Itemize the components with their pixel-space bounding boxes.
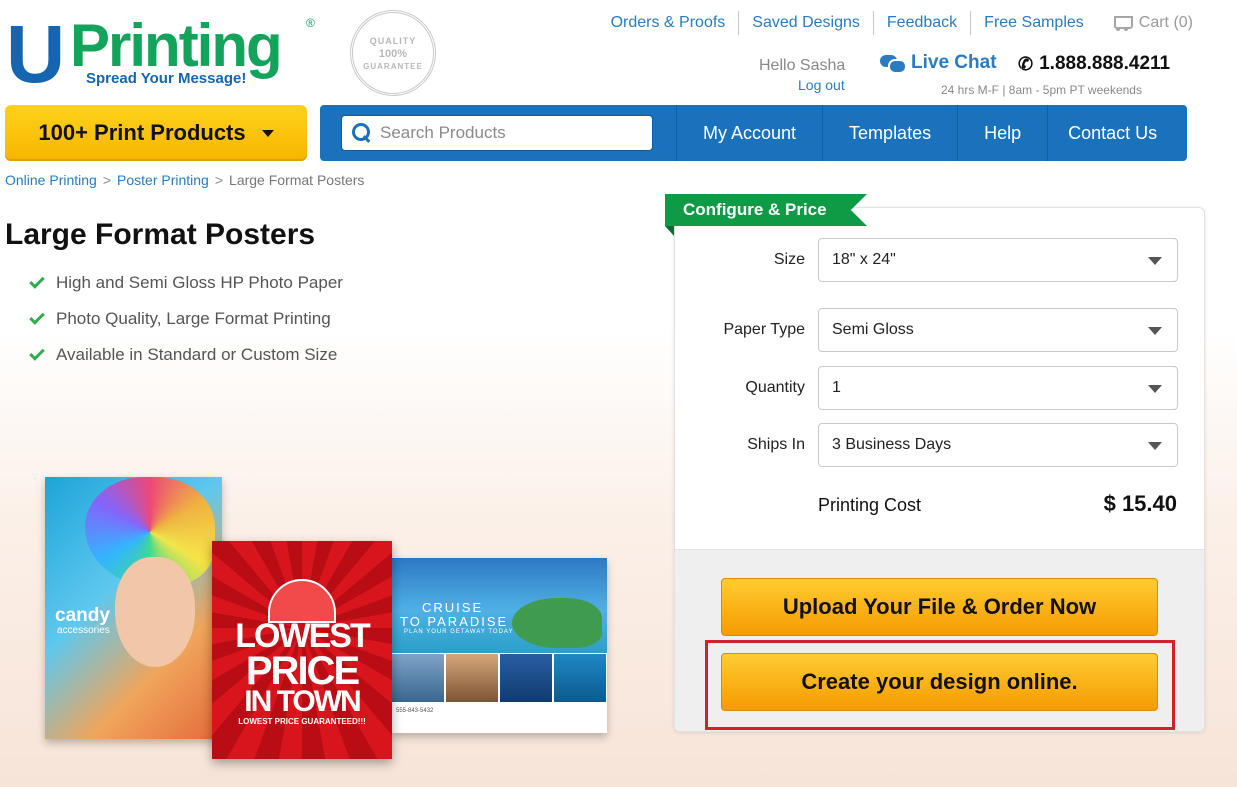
nav-menu: My Account Templates Help Contact Us	[676, 105, 1177, 161]
live-chat-label: Live Chat	[911, 52, 997, 73]
page-title: Large Format Posters	[5, 218, 316, 251]
support-hours: 24 hrs M-F | 8am - 5pm PT weekends	[941, 83, 1142, 97]
search-icon[interactable]	[352, 123, 372, 143]
price-poster-line3: IN TOWN	[244, 685, 361, 718]
print-products-button[interactable]: 100+ Print Products	[5, 105, 307, 161]
poster-face-graphic	[115, 557, 195, 667]
phone-number-text: 1.888.888.4211	[1039, 53, 1171, 74]
photo-thumb	[554, 654, 606, 702]
paper-type-value: Semi Gloss	[832, 321, 914, 338]
logout-link[interactable]: Log out	[798, 77, 845, 93]
breadcrumb-separator: >	[214, 172, 224, 188]
photo-thumb	[392, 654, 444, 702]
seal-middle-text: 100%	[378, 47, 408, 60]
cart-link[interactable]: Cart (0)	[1097, 14, 1193, 32]
paper-type-label: Paper Type	[723, 321, 805, 338]
nav-my-account[interactable]: My Account	[676, 105, 822, 161]
candy-poster-subtitle: accessories	[57, 625, 110, 636]
ships-in-label: Ships In	[747, 436, 805, 453]
uprinting-logo[interactable]: U Printing ® Spread Your Message!	[6, 12, 326, 96]
seal-bottom-text: GUARANTEE	[363, 61, 423, 71]
dropdown-arrow-icon	[1148, 327, 1162, 335]
candy-poster-image: candy accessories	[45, 477, 222, 739]
chat-bubble-icon	[880, 53, 907, 74]
upload-order-button[interactable]: Upload Your File & Order Now	[721, 578, 1158, 636]
price-poster-line4: LOWEST PRICE GUARANTEED!!!	[238, 717, 366, 726]
lowest-price-poster-image: LOWEST PRICE IN TOWN LOWEST PRICE GUARAN…	[212, 541, 392, 759]
feedback-link[interactable]: Feedback	[874, 11, 972, 35]
logo-wordmark: Printing	[70, 12, 283, 79]
feature-text: Available in Standard or Custom Size	[56, 345, 338, 364]
cruise-poster-footer: 555-843-5432	[396, 708, 434, 714]
main-navbar: My Account Templates Help Contact Us	[320, 105, 1187, 161]
feature-item: High and Semi Gloss HP Photo Paper	[29, 265, 343, 301]
feature-item: Available in Standard or Custom Size	[29, 337, 343, 373]
dropdown-arrow-icon	[1148, 442, 1162, 450]
printing-cost-label: Printing Cost	[818, 495, 922, 515]
quantity-select[interactable]: 1	[818, 366, 1178, 410]
photo-thumb	[500, 654, 552, 702]
user-greeting: Hello Sasha	[759, 57, 846, 74]
breadcrumb-current: Large Format Posters	[229, 172, 365, 188]
photo-thumb	[446, 654, 498, 702]
saved-designs-link[interactable]: Saved Designs	[739, 11, 874, 35]
cart-label: Cart (0)	[1138, 14, 1193, 31]
nav-contact-us[interactable]: Contact Us	[1047, 105, 1177, 161]
breadcrumb-separator: >	[102, 172, 112, 188]
quantity-value: 1	[832, 379, 841, 396]
cruise-poster-image: CRUISE TO PARADISE PLAN YOUR GETAWAY TOD…	[392, 558, 607, 733]
dropdown-arrow-icon	[1148, 257, 1162, 265]
feature-text: High and Semi Gloss HP Photo Paper	[56, 273, 343, 292]
chevron-down-icon	[261, 129, 274, 137]
cruise-poster-title: CRUISE	[422, 600, 484, 615]
free-samples-link[interactable]: Free Samples	[971, 11, 1097, 35]
create-design-button[interactable]: Create your design online.	[721, 653, 1158, 711]
feature-text: Photo Quality, Large Format Printing	[56, 309, 331, 328]
breadcrumb-poster-printing[interactable]: Poster Printing	[117, 172, 209, 188]
checkmark-icon	[29, 345, 45, 361]
ships-in-value: 3 Business Days	[832, 436, 952, 453]
size-select[interactable]: 18" x 24"	[818, 238, 1178, 282]
orders-proofs-link[interactable]: Orders & Proofs	[598, 11, 740, 35]
cruise-poster-tagline: PLAN YOUR GETAWAY TODAY	[404, 629, 514, 635]
checkmark-icon	[29, 309, 45, 325]
configure-price-ribbon: Configure & Price	[665, 194, 867, 226]
paper-type-select[interactable]: Semi Gloss	[818, 308, 1178, 352]
print-products-label: 100+ Print Products	[38, 120, 246, 145]
nav-help[interactable]: Help	[957, 105, 1047, 161]
cart-icon	[1111, 15, 1133, 31]
checkmark-icon	[29, 273, 45, 289]
logo-u: U	[6, 9, 65, 100]
printing-cost-value: $ 15.40	[1103, 491, 1177, 516]
registered-mark: ®	[306, 16, 315, 30]
feature-list: High and Semi Gloss HP Photo Paper Photo…	[29, 265, 343, 373]
cruise-poster-subtitle: TO PARADISE	[400, 614, 509, 629]
ribbon-fold	[665, 226, 674, 236]
logo-tagline: Spread Your Message!	[86, 70, 247, 87]
quantity-label: Quantity	[745, 379, 805, 396]
ships-in-select[interactable]: 3 Business Days	[818, 423, 1178, 467]
live-chat-link[interactable]: Live Chat	[880, 52, 997, 74]
candy-poster-title: candy	[55, 605, 110, 626]
size-label: Size	[773, 251, 805, 268]
poster-photo-strip	[392, 654, 606, 702]
top-links: Orders & Proofs Saved Designs Feedback F…	[598, 11, 1193, 35]
dropdown-arrow-icon	[1148, 385, 1162, 393]
phone-icon: ✆	[1018, 53, 1034, 74]
price-poster-line1: LOWEST	[235, 617, 370, 655]
breadcrumb: Online Printing > Poster Printing > Large Fo…	[5, 172, 364, 188]
nav-templates[interactable]: Templates	[822, 105, 957, 161]
search-box	[341, 115, 653, 151]
feature-item: Photo Quality, Large Format Printing	[29, 301, 343, 337]
poster-island-graphic	[512, 598, 602, 648]
size-value: 18" x 24"	[832, 251, 896, 268]
seal-top-text: QUALITY	[369, 35, 417, 46]
phone-number: ✆ 1.888.888.4211	[1018, 53, 1170, 75]
search-input[interactable]	[380, 123, 650, 143]
quality-guarantee-seal: QUALITY 100% GUARANTEE	[350, 10, 436, 96]
breadcrumb-online-printing[interactable]: Online Printing	[5, 172, 97, 188]
